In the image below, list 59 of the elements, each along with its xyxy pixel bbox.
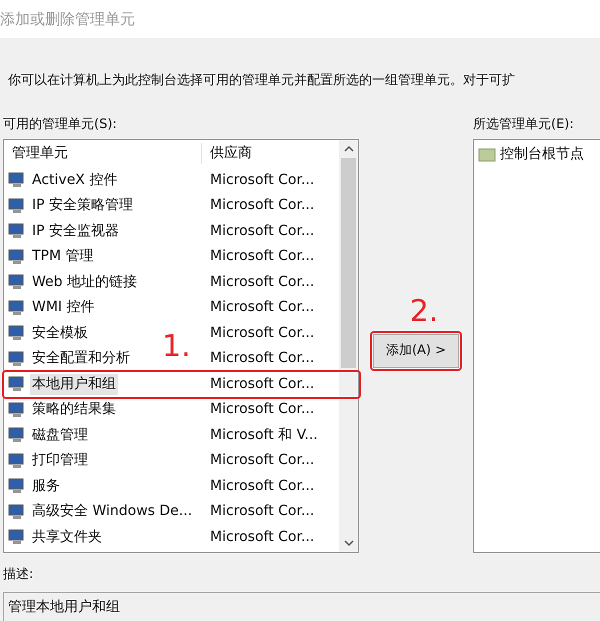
monitor-icon [8, 402, 26, 418]
vendor-cell-text: Microsoft Cor... [209, 196, 314, 216]
monitor-icon [8, 198, 26, 214]
monitor-icon [8, 478, 26, 494]
monitor-icon [8, 529, 26, 546]
monitor-icon [8, 376, 26, 392]
vendor-cell-text: Microsoft Cor... [209, 476, 314, 496]
add-button[interactable]: 添加(A) > [373, 334, 459, 368]
vendor-cell-text: Microsoft Cor... [209, 400, 314, 420]
snap-in-name[interactable]: 本地用户和组 [30, 374, 118, 395]
vendor-cell-text: Microsoft Cor... [209, 374, 314, 394]
monitor-icon [8, 452, 26, 469]
monitor-icon [8, 223, 26, 240]
vendor-cell-text: Microsoft Cor... [209, 502, 314, 522]
vendor-cell-text: Microsoft Cor... [209, 528, 314, 547]
monitor-icon [8, 427, 26, 444]
monitor-icon [8, 172, 26, 188]
monitor-icon [8, 300, 26, 316]
snap-in-name[interactable]: 共享文件夹 [30, 526, 104, 548]
snap-in-name[interactable]: 服务 [30, 476, 62, 497]
snap-in-name[interactable]: 安全模板 [30, 322, 90, 344]
snap-in-name[interactable]: TPM 管理 [30, 246, 96, 268]
monitor-icon [8, 504, 26, 520]
monitor-icon [8, 274, 26, 290]
vendor-cell-text: Microsoft Cor... [209, 324, 314, 343]
snap-in-name[interactable]: WMI 控件 [30, 297, 97, 318]
snap-in-name[interactable]: IP 安全监视器 [30, 220, 122, 242]
column-header[interactable]: 供应商 [202, 143, 252, 164]
vendor-cell-text: Microsoft Cor... [209, 451, 314, 470]
vendor-cell-text: Microsoft Cor... [209, 298, 314, 318]
description-label: 描述: [3, 566, 34, 584]
snap-in-name[interactable]: 策略的结果集 [30, 399, 118, 420]
step-number: 2. [410, 296, 438, 327]
selected-label: 所选管理单元(E): [473, 116, 575, 134]
vendor-cell-text: Microsoft Cor... [209, 247, 314, 266]
snap-in-name[interactable]: 安全配置和分析 [30, 348, 132, 370]
intro-text: 你可以在计算机上为此控制台选择可用的管理单元并配置所选的一组管理单元。对于可扩 [8, 73, 515, 88]
column-header[interactable]: 管理单元 [4, 143, 202, 164]
step-number: 1. [162, 332, 191, 362]
snap-in-name[interactable]: IP 安全策略管理 [30, 195, 136, 216]
tree-node[interactable]: 控制台根节点 [500, 144, 584, 164]
vendor-cell-text: Microsoft 和 V... [209, 426, 318, 445]
available-label: 可用的管理单元(S): [3, 116, 118, 134]
scrollbar[interactable] [339, 140, 358, 552]
snap-in-name[interactable]: 磁盘管理 [30, 424, 90, 446]
vendor-cell-text: Microsoft Cor... [209, 170, 314, 190]
vendor-cell-text: Microsoft Cor... [209, 349, 314, 368]
snap-in-name[interactable]: ActiveX 控件 [30, 170, 120, 191]
monitor-icon [8, 248, 26, 265]
vendor-cell-text: Microsoft Cor... [209, 272, 314, 292]
monitor-icon [8, 325, 26, 342]
vendor-cell-text: Microsoft Cor... [209, 222, 314, 241]
folder-icon [478, 146, 496, 162]
snap-in-name[interactable]: 打印管理 [30, 450, 90, 472]
snap-in-name[interactable]: Web 地址的链接 [30, 272, 139, 293]
monitor-icon [8, 350, 26, 367]
window-title: 添加或删除管理单元 [0, 8, 135, 30]
snap-in-name[interactable]: 高级安全 Windows De... [30, 501, 194, 522]
description-text: 管理本地用户和组 [8, 599, 120, 615]
